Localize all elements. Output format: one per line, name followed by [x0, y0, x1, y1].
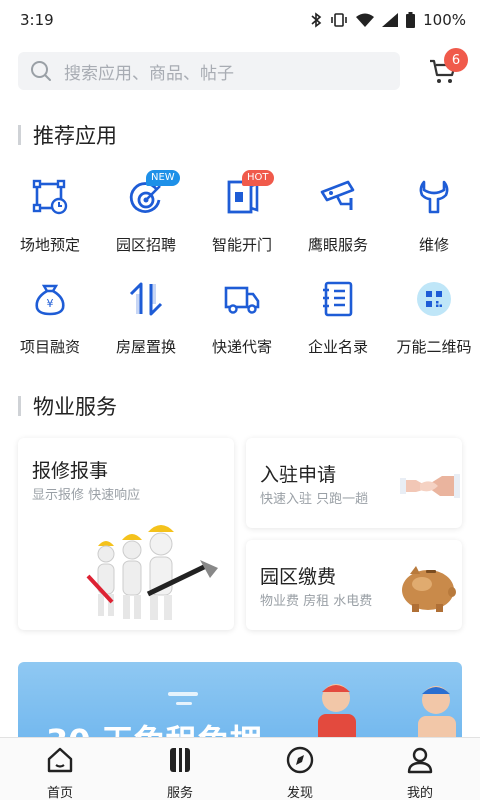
- app-repair[interactable]: 维修: [386, 178, 480, 268]
- user-icon: [407, 747, 433, 774]
- workers-illustration: [86, 525, 218, 620]
- new-tag: NEW: [146, 170, 180, 186]
- app-label: 智能开门: [211, 236, 272, 254]
- tab-label: 发现: [286, 786, 313, 800]
- repair-card-title: 报修报事: [32, 460, 109, 482]
- tab-mine[interactable]: 我的: [360, 738, 480, 800]
- app-label: 鹰眼服务: [307, 236, 368, 254]
- home-icon: [47, 747, 73, 773]
- tab-home[interactable]: 首页: [0, 738, 120, 800]
- directory-icon: [323, 281, 353, 317]
- section-bar: [18, 396, 21, 416]
- settle-card-subtitle: 快速入驻 只跑一趟: [260, 492, 369, 507]
- property-title: 物业服务: [33, 395, 117, 419]
- property-section-title: 物业服务: [18, 391, 117, 421]
- money-bag-icon: ¥: [35, 284, 65, 316]
- compass-icon: [286, 746, 314, 774]
- wrench-icon: [419, 180, 449, 214]
- status-bar: 3:19 100%: [0, 0, 480, 40]
- tab-label: 首页: [46, 786, 73, 800]
- tab-discover[interactable]: 发现: [240, 738, 360, 800]
- repair-report-card[interactable]: 报修报事 显示报修 快速响应: [18, 438, 234, 630]
- app-camera-service[interactable]: 鹰眼服务: [290, 178, 386, 268]
- settle-card-title: 入驻申请: [260, 464, 337, 486]
- bottom-tab-bar: 首页 服务 发现 我的: [0, 737, 480, 800]
- tab-service[interactable]: 服务: [120, 738, 240, 800]
- app-label: 万能二维码: [396, 338, 472, 356]
- app-label: 企业名录: [307, 338, 368, 356]
- signal-icon: [382, 13, 399, 27]
- app-project-financing[interactable]: ¥ 项目融资: [2, 280, 98, 370]
- status-icons: 100%: [310, 11, 466, 29]
- app-express-delivery[interactable]: 快递代寄: [194, 280, 290, 370]
- svg-text:¥: ¥: [47, 297, 54, 310]
- app-label: 场地预定: [19, 236, 80, 254]
- search-input[interactable]: 搜索应用、商品、帖子: [18, 52, 400, 90]
- app-universal-qrcode[interactable]: 万能二维码: [386, 280, 480, 370]
- qrcode-icon: [417, 282, 451, 316]
- tab-label: 我的: [406, 786, 433, 800]
- bluetooth-icon: [311, 12, 322, 28]
- app-label: 房屋置换: [115, 338, 176, 356]
- recommended-title: 推荐应用: [33, 124, 117, 148]
- hot-tag: HOT: [242, 170, 274, 186]
- settle-apply-card[interactable]: 入驻申请 快速入驻 只跑一趟: [246, 438, 462, 528]
- app-smart-door[interactable]: HOT 智能开门: [194, 170, 290, 268]
- section-bar: [18, 125, 21, 145]
- search-icon: [31, 61, 51, 81]
- tab-label: 服务: [166, 786, 193, 800]
- vibrate-icon: [331, 13, 347, 27]
- battery-percent: 100%: [423, 11, 466, 29]
- wifi-icon: [356, 13, 375, 27]
- app-recruit[interactable]: NEW 园区招聘: [98, 170, 194, 268]
- app-label: 园区招聘: [115, 236, 176, 254]
- app-venue-booking[interactable]: 场地预定: [2, 178, 98, 268]
- truck-icon: [224, 286, 260, 314]
- app-company-directory[interactable]: 企业名录: [290, 280, 386, 370]
- app-house-swap[interactable]: 房屋置换: [98, 280, 194, 370]
- battery-icon: [406, 12, 416, 28]
- park-fees-card[interactable]: 园区缴费 物业费 房租 水电费: [246, 540, 462, 630]
- camera-icon: [320, 180, 355, 210]
- app-label: 维修: [418, 236, 449, 254]
- app-label: 快递代寄: [211, 338, 272, 356]
- venue-booking-icon: [32, 179, 68, 215]
- status-time: 3:19: [20, 11, 54, 29]
- app-label: 项目融资: [19, 338, 80, 356]
- search-placeholder: 搜索应用、商品、帖子: [64, 63, 234, 84]
- recommended-section-title: 推荐应用: [18, 120, 117, 150]
- repair-card-subtitle: 显示报修 快速响应: [32, 488, 141, 503]
- handshake-illustration: [400, 474, 460, 498]
- piggy-bank-illustration: [402, 566, 456, 612]
- search-row: 搜索应用、商品、帖子 6: [0, 48, 480, 92]
- cart-badge: 6: [444, 48, 468, 72]
- fees-card-title: 园区缴费: [260, 566, 337, 588]
- swap-icon: [129, 282, 163, 316]
- fees-card-subtitle: 物业费 房租 水电费: [260, 594, 373, 609]
- service-icon: [170, 748, 190, 772]
